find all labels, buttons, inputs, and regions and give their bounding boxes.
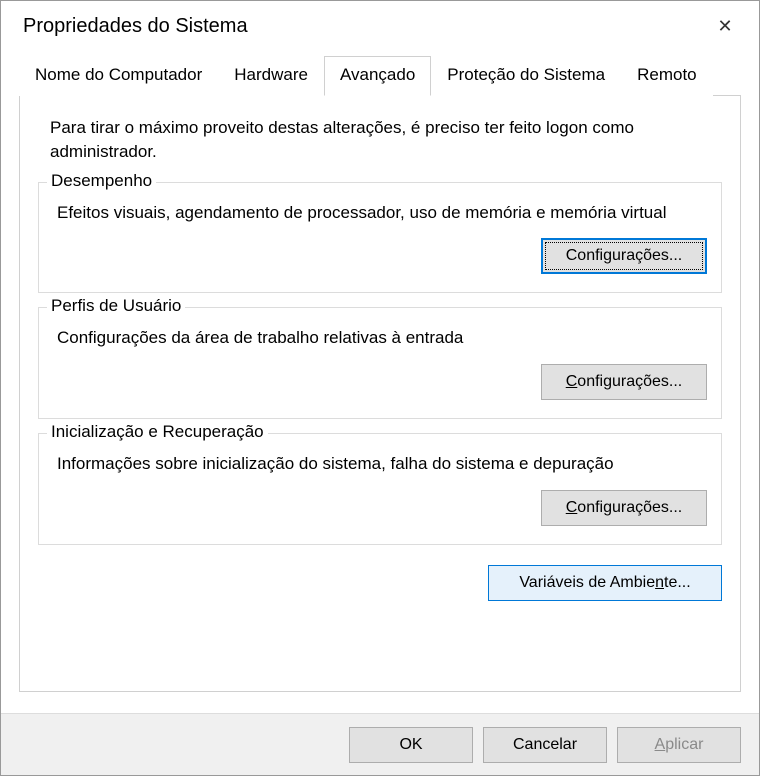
- tabs-row: Nome do Computador Hardware Avançado Pro…: [19, 55, 741, 96]
- user-profiles-settings-button[interactable]: Configurações...: [541, 364, 707, 400]
- user-profiles-desc: Configurações da área de trabalho relati…: [57, 322, 707, 358]
- ok-button[interactable]: OK: [349, 727, 473, 763]
- groupbox-user-profiles: Perfis de Usuário Configurações da área …: [38, 307, 722, 419]
- startup-recovery-legend: Inicialização e Recuperação: [47, 422, 268, 442]
- performance-desc: Efeitos visuais, agendamento de processa…: [57, 197, 707, 233]
- tab-computer-name[interactable]: Nome do Computador: [19, 56, 218, 96]
- environment-variables-row: Variáveis de Ambiente...: [34, 559, 726, 601]
- intro-text: Para tirar o máximo proveito destas alte…: [34, 112, 726, 178]
- titlebar: Propriedades do Sistema ✕: [1, 1, 759, 51]
- user-profiles-legend: Perfis de Usuário: [47, 296, 185, 316]
- tab-remote[interactable]: Remoto: [621, 56, 713, 96]
- apply-button[interactable]: Aplicar: [617, 727, 741, 763]
- tabs-container: Nome do Computador Hardware Avançado Pro…: [19, 55, 741, 692]
- tab-advanced[interactable]: Avançado: [324, 56, 431, 96]
- close-icon[interactable]: ✕: [705, 10, 745, 42]
- performance-legend: Desempenho: [47, 171, 156, 191]
- bottom-button-bar: OK Cancelar Aplicar: [1, 713, 759, 775]
- performance-button-row: Configurações...: [57, 232, 707, 278]
- window-title: Propriedades do Sistema: [23, 15, 248, 38]
- tab-system-protection[interactable]: Proteção do Sistema: [431, 56, 621, 96]
- environment-variables-button[interactable]: Variáveis de Ambiente...: [488, 565, 722, 601]
- groupbox-startup-recovery: Inicialização e Recuperação Informações …: [38, 433, 722, 545]
- user-profiles-button-row: Configurações...: [57, 358, 707, 404]
- startup-recovery-settings-button[interactable]: Configurações...: [541, 490, 707, 526]
- cancel-button[interactable]: Cancelar: [483, 727, 607, 763]
- tab-hardware[interactable]: Hardware: [218, 56, 324, 96]
- startup-recovery-button-row: Configurações...: [57, 484, 707, 530]
- groupbox-performance: Desempenho Efeitos visuais, agendamento …: [38, 182, 722, 294]
- startup-recovery-desc: Informações sobre inicialização do siste…: [57, 448, 707, 484]
- tab-content-advanced: Para tirar o máximo proveito destas alte…: [19, 96, 741, 692]
- performance-settings-button[interactable]: Configurações...: [541, 238, 707, 274]
